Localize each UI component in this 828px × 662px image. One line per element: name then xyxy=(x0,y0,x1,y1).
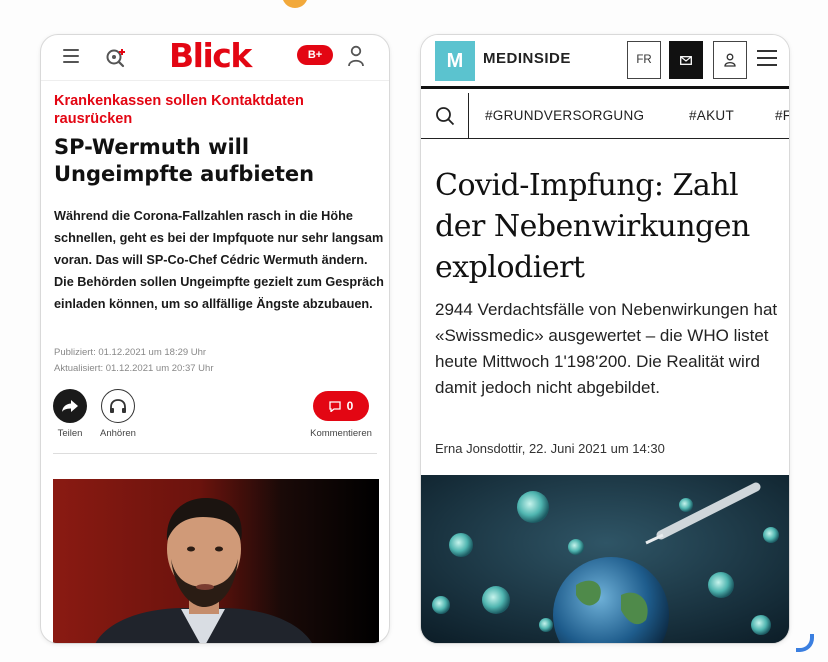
search-icon xyxy=(435,107,454,126)
article-title: Covid-Impfung: Zahl der Nebenwirkungen e… xyxy=(435,168,750,285)
listen-button[interactable]: Anhören xyxy=(95,389,141,439)
blick-logo[interactable]: Blick xyxy=(169,36,252,75)
medinside-logo[interactable]: M xyxy=(435,41,475,81)
updated-timestamp: Aktualisiert: 01.12.2021 um 20:37 Uhr xyxy=(54,363,214,374)
comment-label: Kommentieren xyxy=(310,428,372,439)
live-search-icon[interactable] xyxy=(105,46,127,68)
share-label: Teilen xyxy=(57,428,83,439)
blick-plus-badge[interactable]: B+ xyxy=(297,45,333,65)
virus-earth-illustration xyxy=(421,475,789,643)
hamburger-icon[interactable] xyxy=(63,49,79,63)
divider xyxy=(53,453,377,454)
search-button[interactable] xyxy=(421,93,469,138)
language-button[interactable]: FR xyxy=(627,41,661,79)
article-byline: Erna Jonsdottir, 22. Juni 2021 um 14:30 xyxy=(435,441,665,456)
emoji-fragment xyxy=(282,0,308,8)
medinside-header: M MEDINSIDE FR xyxy=(421,35,789,89)
newsletter-button[interactable] xyxy=(669,41,703,79)
article-photo[interactable] xyxy=(53,479,379,643)
article-lead: 2944 Verdachtsfälle von Nebenwirkungen h… xyxy=(435,300,778,397)
blick-article-screen: Blick B+ Krankenkassen sollen Kontaktdat… xyxy=(40,34,390,644)
medinside-article-screen: M MEDINSIDE FR #GRUNDVERSORGUNG #AKUT # … xyxy=(420,34,790,644)
tag-link[interactable]: #AKUT xyxy=(689,108,734,123)
tag-link[interactable]: #F xyxy=(775,108,789,123)
article-image[interactable] xyxy=(421,475,789,643)
published-timestamp: Publiziert: 01.12.2021 um 18:29 Uhr xyxy=(54,347,207,358)
article-kicker: Krankenkassen sollen Kontaktdaten rausrü… xyxy=(54,93,304,127)
comment-count: 0 xyxy=(346,399,354,413)
comment-button[interactable]: 0 Kommentieren xyxy=(305,389,377,439)
article-lead: Während die Corona-Fallzahlen rasch in d… xyxy=(54,209,384,311)
share-arrow-icon xyxy=(62,400,78,412)
account-button[interactable] xyxy=(713,41,747,79)
article-title: SP-Wermuth will Ungeimpfte aufbieten xyxy=(54,135,315,186)
share-button[interactable]: Teilen xyxy=(53,389,87,439)
tag-navigation: #GRUNDVERSORGUNG #AKUT #F xyxy=(421,93,789,139)
article-actions: Teilen Anhören 0 Kommentieren xyxy=(41,389,389,451)
screenshot-stage: Blick B+ Krankenkassen sollen Kontaktdat… xyxy=(0,0,828,662)
user-icon xyxy=(724,53,736,67)
listen-label: Anhören xyxy=(100,428,136,439)
corner-decoration xyxy=(796,634,814,652)
mail-icon xyxy=(680,55,692,65)
blick-header: Blick B+ xyxy=(41,35,389,81)
user-icon[interactable] xyxy=(347,45,365,67)
tag-link[interactable]: #GRUNDVERSORGUNG xyxy=(485,108,644,123)
portrait-photo-illustration xyxy=(53,479,379,643)
hamburger-icon[interactable] xyxy=(757,50,777,68)
medinside-brand-name[interactable]: MEDINSIDE xyxy=(483,50,571,67)
headphones-icon xyxy=(110,399,126,413)
comment-icon xyxy=(329,400,341,412)
